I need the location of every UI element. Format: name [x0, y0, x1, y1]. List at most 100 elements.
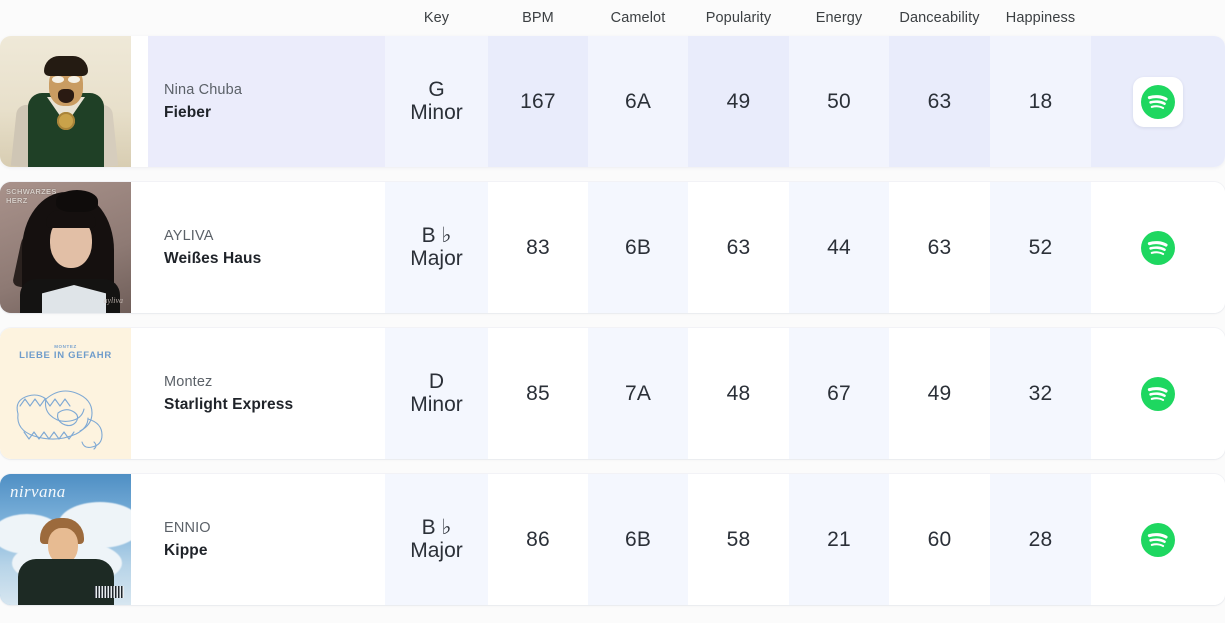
energy-value: 44: [827, 235, 851, 259]
spotify-button[interactable]: [1133, 515, 1183, 565]
danceability-value: 49: [927, 381, 952, 405]
danceability-cell: 49: [889, 328, 990, 459]
header-artwork: [0, 0, 148, 36]
key-root: G: [428, 77, 445, 101]
key-mode: Minor: [410, 392, 463, 416]
energy-value: 21: [827, 527, 851, 551]
artist-name: ENNIO: [164, 519, 211, 536]
key-root: D: [428, 369, 445, 393]
column-header-key[interactable]: Key: [385, 0, 488, 36]
key-cell: B ♭ Major: [385, 182, 488, 313]
popularity-value: 58: [726, 527, 751, 551]
column-header-danceability[interactable]: Danceability: [889, 0, 990, 36]
happiness-cell: 32: [990, 328, 1091, 459]
spotify-icon: [1141, 522, 1175, 557]
danceability-cell: 63: [889, 182, 990, 313]
spotify-link-cell[interactable]: [1091, 474, 1225, 605]
table-row[interactable]: nirvana ENNIO Kippe B ♭ Major 86 6B 58 2…: [0, 474, 1225, 605]
popularity-value: 63: [726, 235, 751, 259]
camelot-value: 7A: [624, 381, 652, 405]
album-art-image: SCHWARZES HERZ ayliva: [0, 182, 131, 313]
camelot-value: 6B: [624, 235, 652, 259]
bpm-value: 83: [526, 235, 550, 259]
happiness-cell: 52: [990, 182, 1091, 313]
album-art-cell: nirvana: [0, 474, 148, 605]
artist-name: AYLIVA: [164, 227, 214, 244]
album-art-caption: nirvana: [10, 482, 66, 501]
album-art-cell: [0, 36, 148, 167]
key-mode: Major: [410, 538, 463, 562]
album-art-caption: SCHWARZES HERZ: [6, 187, 57, 205]
album-art-caption: LIEBE IN GEFAHR: [19, 350, 112, 361]
spotify-icon: [1141, 230, 1175, 265]
table-row[interactable]: MONTEZ LIEBE IN GEFAHR Montez Starlight …: [0, 328, 1225, 459]
camelot-value: 6B: [624, 527, 652, 551]
artist-name: Montez: [164, 373, 213, 390]
danceability-value: 60: [927, 527, 952, 551]
bpm-value: 85: [526, 381, 550, 405]
camelot-cell: 6A: [588, 36, 688, 167]
energy-cell: 21: [789, 474, 889, 605]
danceability-cell: 60: [889, 474, 990, 605]
key-cell: B ♭ Major: [385, 474, 488, 605]
bpm-cell: 86: [488, 474, 588, 605]
table-row[interactable]: Nina Chuba Fieber G Minor 167 6A 49 50 6…: [0, 36, 1225, 167]
bpm-cell: 83: [488, 182, 588, 313]
album-art-image: nirvana: [0, 474, 131, 605]
header-track: [148, 0, 385, 36]
happiness-value: 28: [1028, 527, 1053, 551]
column-header-happiness[interactable]: Happiness: [990, 0, 1091, 36]
spotify-icon: [1141, 84, 1175, 119]
danceability-value: 63: [927, 89, 952, 113]
energy-value: 50: [827, 89, 851, 113]
spotify-button[interactable]: [1133, 76, 1183, 127]
key-root: B ♭: [421, 223, 452, 247]
bpm-value: 167: [520, 89, 556, 113]
table-body: Nina Chuba Fieber G Minor 167 6A 49 50 6…: [0, 36, 1225, 609]
track-info-cell[interactable]: Montez Starlight Express: [148, 328, 385, 459]
spotify-link-cell[interactable]: [1091, 36, 1225, 167]
energy-cell: 44: [789, 182, 889, 313]
track-info-cell[interactable]: ENNIO Kippe: [148, 474, 385, 605]
track-info-cell[interactable]: AYLIVA Weißes Haus: [148, 182, 385, 313]
bpm-cell: 167: [488, 36, 588, 167]
table-row[interactable]: SCHWARZES HERZ ayliva AYLIVA Weißes Haus …: [0, 182, 1225, 313]
column-header-popularity[interactable]: Popularity: [688, 0, 789, 36]
column-header-camelot[interactable]: Camelot: [588, 0, 688, 36]
happiness-cell: 18: [990, 36, 1091, 167]
happiness-cell: 28: [990, 474, 1091, 605]
album-art-cell: MONTEZ LIEBE IN GEFAHR: [0, 328, 148, 459]
camelot-cell: 7A: [588, 328, 688, 459]
column-header-bpm[interactable]: BPM: [488, 0, 588, 36]
key-cell: D Minor: [385, 328, 488, 459]
energy-cell: 50: [789, 36, 889, 167]
popularity-cell: 48: [688, 328, 789, 459]
energy-value: 67: [827, 381, 851, 405]
spotify-icon: [1141, 376, 1175, 411]
album-art-tag: [94, 586, 124, 598]
column-header-energy[interactable]: Energy: [789, 0, 889, 36]
bpm-value: 86: [526, 527, 550, 551]
danceability-cell: 63: [889, 36, 990, 167]
album-art-image: MONTEZ LIEBE IN GEFAHR: [0, 328, 131, 459]
key-root: B ♭: [421, 515, 452, 539]
bpm-cell: 85: [488, 328, 588, 459]
track-analysis-table: Key BPM Camelot Popularity Energy Dancea…: [0, 0, 1225, 623]
happiness-value: 18: [1028, 89, 1053, 113]
album-art-illustration: [16, 390, 103, 450]
popularity-cell: 49: [688, 36, 789, 167]
spotify-link-cell[interactable]: [1091, 328, 1225, 459]
key-mode: Minor: [410, 100, 463, 124]
energy-cell: 67: [789, 328, 889, 459]
happiness-value: 52: [1028, 235, 1053, 259]
danceability-value: 63: [927, 235, 952, 259]
spotify-button[interactable]: [1133, 223, 1183, 273]
spotify-link-cell[interactable]: [1091, 182, 1225, 313]
track-title: Kippe: [164, 541, 208, 559]
track-info-cell[interactable]: Nina Chuba Fieber: [148, 36, 385, 167]
popularity-value: 49: [726, 89, 751, 113]
key-mode: Major: [410, 246, 463, 270]
camelot-cell: 6B: [588, 182, 688, 313]
table-header-row: Key BPM Camelot Popularity Energy Dancea…: [0, 0, 1225, 36]
spotify-button[interactable]: [1133, 369, 1183, 419]
